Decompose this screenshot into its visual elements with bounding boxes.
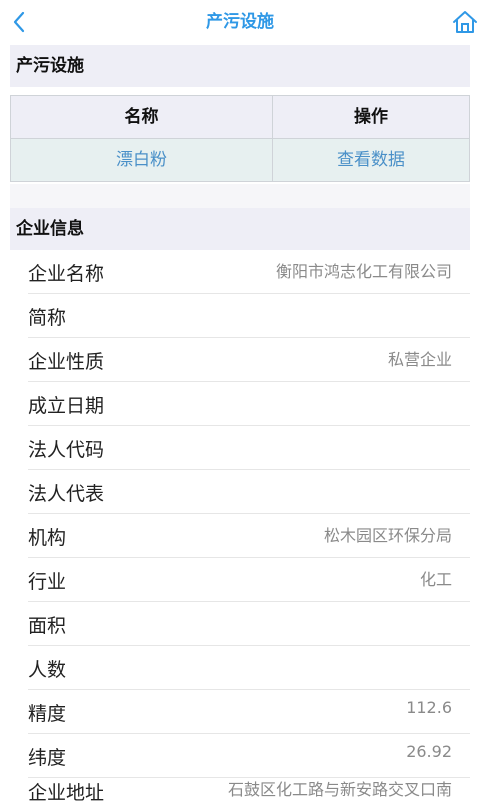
field-value: 石鼓区化工路与新安路交叉口南 [227, 780, 452, 799]
field-value: 112.6 [406, 698, 452, 717]
field-label: 行业 [28, 571, 67, 593]
field-label: 面积 [28, 615, 67, 637]
info-row-address[interactable]: 企业地址 石鼓区化工路与新安路交叉口南 [28, 778, 470, 804]
field-label: 人数 [28, 659, 67, 681]
nav-bar: 产污设施 [0, 0, 480, 44]
company-section-title: 企业信息 [10, 208, 470, 250]
field-label: 法人代码 [28, 439, 105, 461]
field-label: 成立日期 [28, 395, 105, 417]
info-row-founded-date[interactable]: 成立日期 [28, 382, 470, 426]
field-label: 企业名称 [28, 263, 105, 285]
info-row-agency[interactable]: 机构 松木园区环保分局 [28, 514, 470, 558]
info-row-industry[interactable]: 行业 化工 [28, 558, 470, 602]
field-value: 衡阳市鸿志化工有限公司 [275, 262, 452, 281]
field-label: 机构 [28, 527, 67, 549]
facility-name-cell: 漂白粉 [10, 138, 273, 182]
info-row-headcount[interactable]: 人数 [28, 646, 470, 690]
info-row-area[interactable]: 面积 [28, 602, 470, 646]
field-label: 企业性质 [28, 351, 105, 373]
info-row-company-name[interactable]: 企业名称 衡阳市鸿志化工有限公司 [28, 250, 470, 294]
column-header-action: 操作 [272, 95, 470, 139]
field-label: 纬度 [28, 747, 67, 769]
view-data-link[interactable]: 查看数据 [272, 138, 470, 182]
info-row-longitude[interactable]: 精度 112.6 [28, 690, 470, 734]
info-row-short-name[interactable]: 简称 [28, 294, 470, 338]
info-row-legal-code[interactable]: 法人代码 [28, 426, 470, 470]
company-info-list: 企业名称 衡阳市鸿志化工有限公司 简称 企业性质 私营企业 成立日期 法人代码 … [10, 250, 470, 804]
info-row-legal-representative[interactable]: 法人代表 [28, 470, 470, 514]
column-header-name: 名称 [10, 95, 273, 139]
info-row-company-type[interactable]: 企业性质 私营企业 [28, 338, 470, 382]
info-row-latitude[interactable]: 纬度 26.92 [28, 734, 470, 778]
field-label: 企业地址 [28, 782, 105, 804]
home-icon [453, 11, 477, 33]
field-value: 私营企业 [387, 350, 452, 369]
facilities-section-title: 产污设施 [10, 45, 470, 87]
field-label: 简称 [28, 307, 67, 329]
field-label: 法人代表 [28, 483, 105, 505]
field-value: 26.92 [406, 742, 452, 761]
field-label: 精度 [28, 703, 67, 725]
field-value: 松木园区环保分局 [323, 526, 452, 545]
home-button[interactable] [452, 8, 478, 36]
field-value: 化工 [419, 570, 452, 589]
page-title: 产污设施 [206, 12, 274, 32]
section-divider [10, 184, 470, 208]
